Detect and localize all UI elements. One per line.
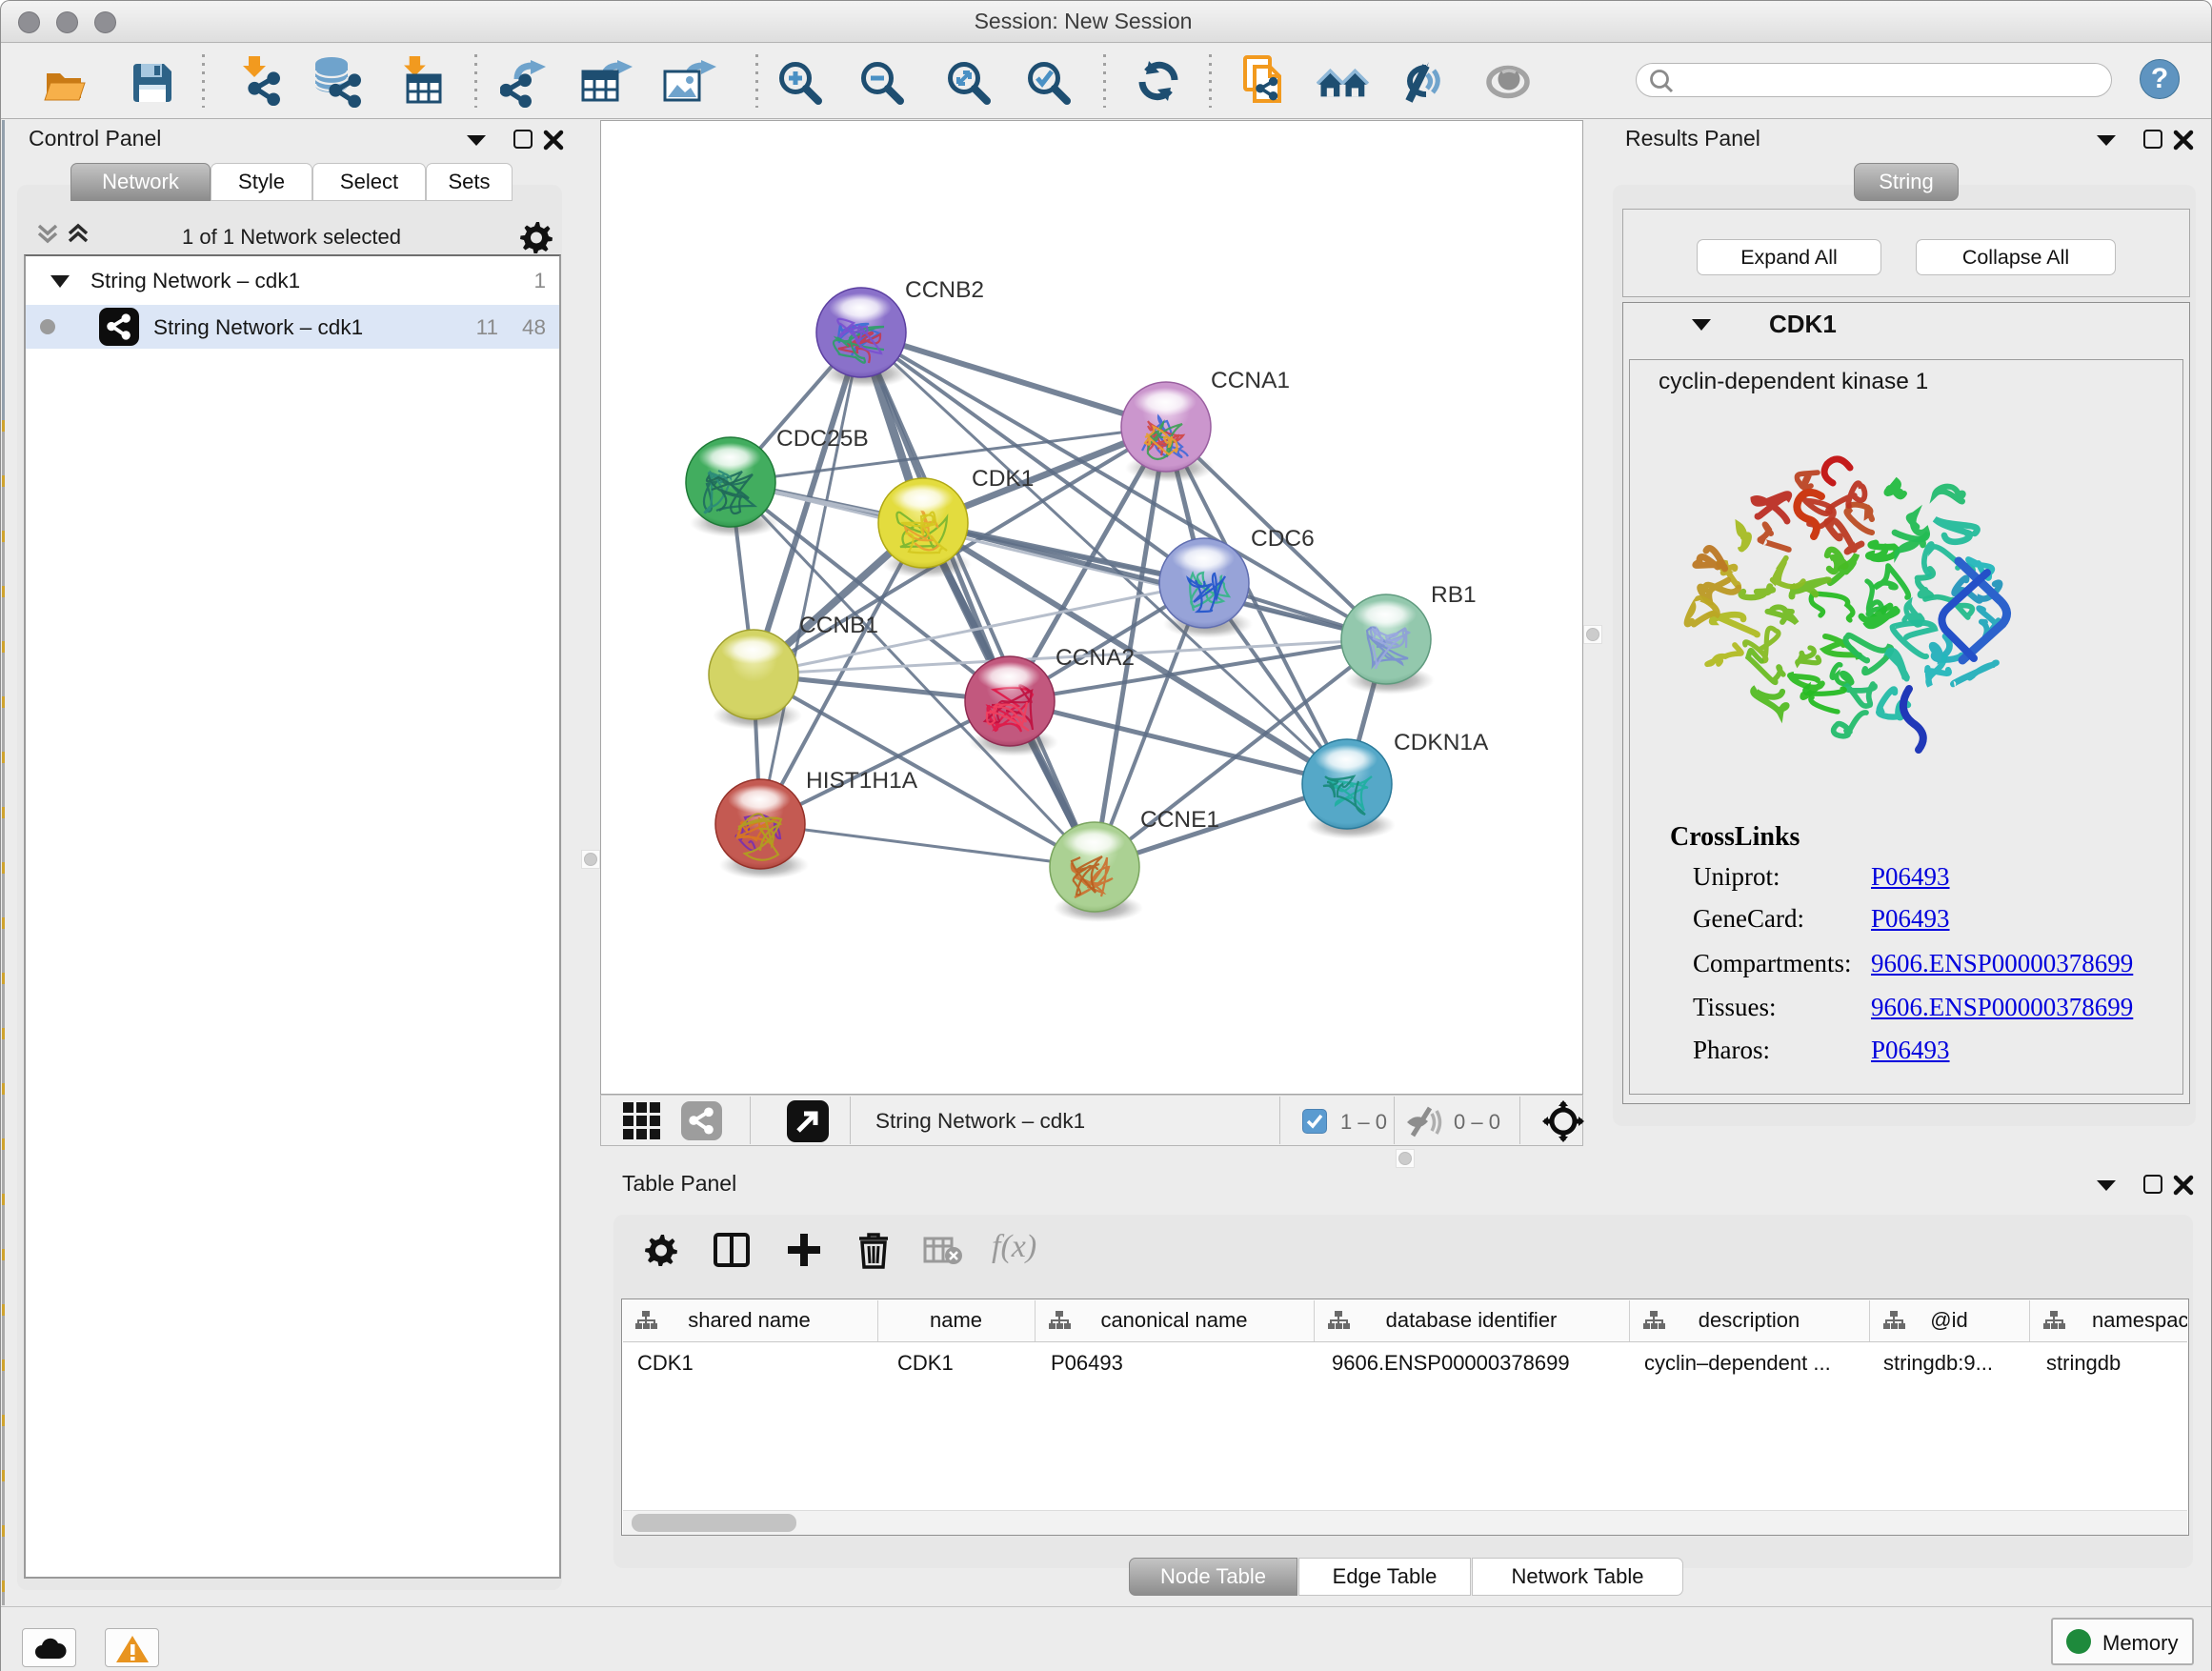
svg-text:RB1: RB1 — [1431, 582, 1477, 608]
svg-text:CCNA1: CCNA1 — [1211, 368, 1290, 393]
svg-text:CDKN1A: CDKN1A — [1394, 730, 1489, 755]
svg-text:CCNA2: CCNA2 — [1056, 645, 1135, 671]
svg-text:CDC6: CDC6 — [1251, 526, 1315, 552]
svg-text:CCNB2: CCNB2 — [905, 277, 984, 303]
svg-text:HIST1H1A: HIST1H1A — [806, 768, 918, 794]
svg-text:CDC25B: CDC25B — [776, 426, 869, 452]
svg-text:CDK1: CDK1 — [972, 466, 1034, 492]
svg-text:CCNE1: CCNE1 — [1140, 807, 1219, 833]
svg-text:CCNB1: CCNB1 — [799, 613, 878, 638]
